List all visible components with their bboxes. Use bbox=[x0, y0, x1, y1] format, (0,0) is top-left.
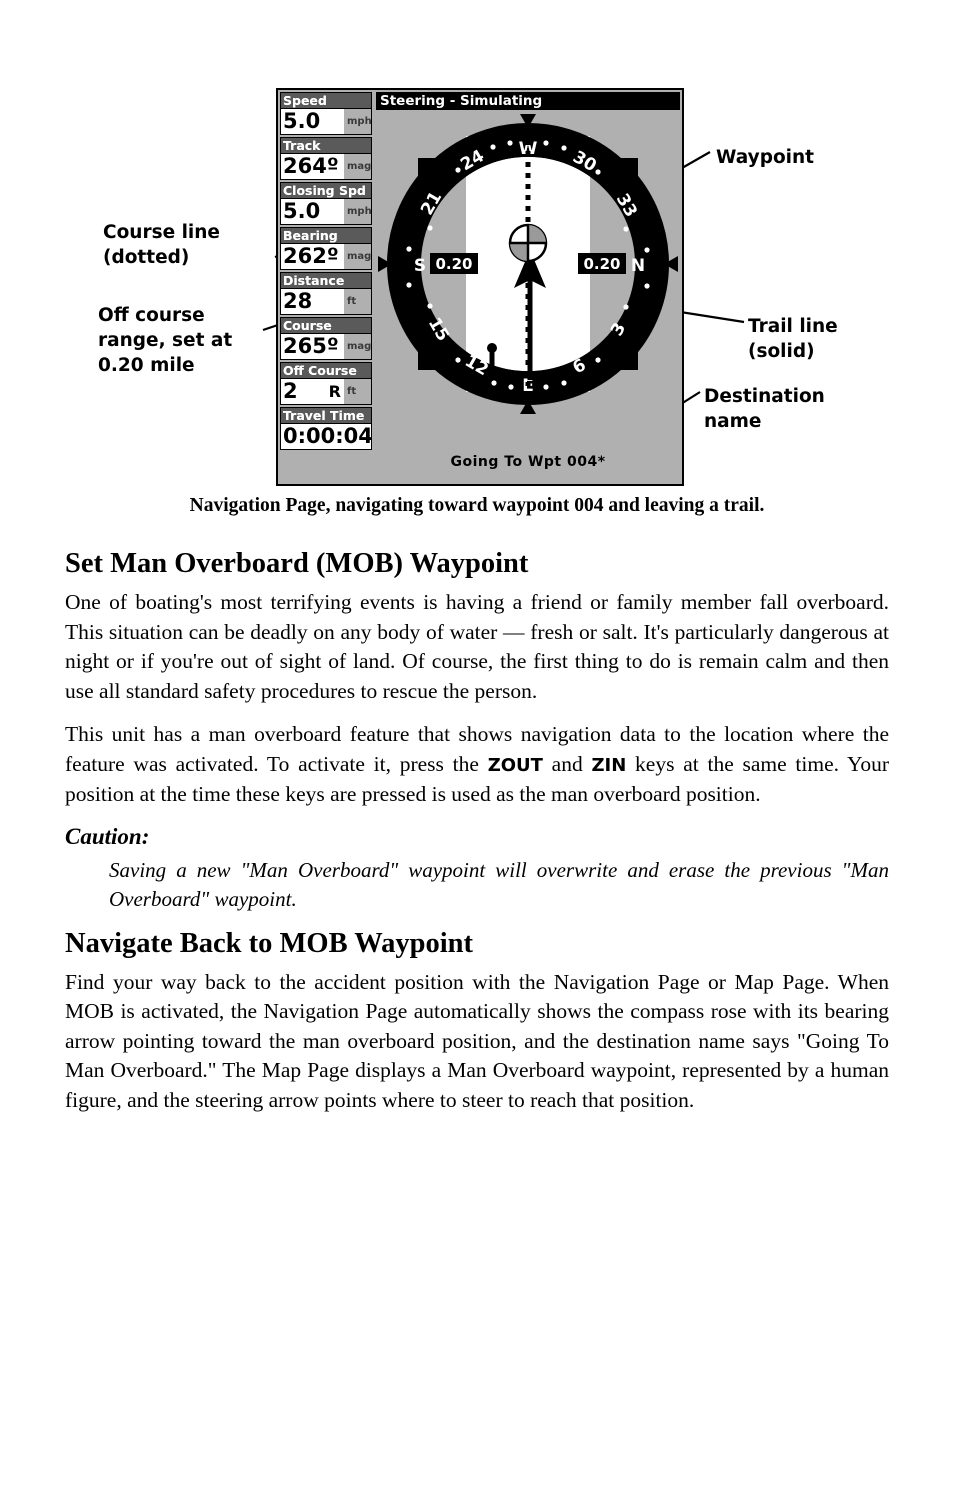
gps-navigation-screenshot: Speed 5.0 mph Track 264º mag Closing Spd… bbox=[276, 88, 684, 486]
field-label-travel-time: Travel Time bbox=[281, 408, 371, 424]
field-label-closing-speed: Closing Spd bbox=[281, 183, 371, 199]
data-field-course: Course 265º mag bbox=[280, 317, 372, 360]
field-unit-bearing: mag bbox=[347, 251, 372, 262]
key-zin: ZIN bbox=[591, 754, 627, 776]
field-value-speed: 5.0 bbox=[281, 109, 344, 134]
field-value-closing-speed: 5.0 bbox=[281, 199, 344, 224]
paragraph-navigate-back: Find your way back to the accident posit… bbox=[65, 969, 889, 1112]
heading-set-mob-waypoint: Set Man Overboard (MOB) Waypoint bbox=[65, 548, 529, 579]
heading-navigate-back-mob: Navigate Back to MOB Waypoint bbox=[65, 927, 473, 959]
callout-destination-name: Destination name bbox=[704, 386, 825, 432]
field-label-speed: Speed bbox=[281, 93, 371, 109]
field-label-course: Course bbox=[281, 318, 371, 334]
field-value-travel-time: 0:00:04 bbox=[281, 424, 371, 449]
field-value-track: 264º bbox=[281, 154, 344, 179]
callout-course-line: Course line (dotted) bbox=[103, 222, 220, 268]
field-label-track: Track bbox=[281, 138, 371, 154]
navigation-page-figure: Speed 5.0 mph Track 264º mag Closing Spd… bbox=[0, 0, 954, 486]
callout-trail-line: Trail line (solid) bbox=[748, 316, 838, 362]
field-label-distance: Distance bbox=[281, 273, 371, 289]
caution-text: Saving a new "Man Overboard" waypoint wi… bbox=[109, 857, 889, 911]
compass-rose-area: Steering - Simulating W N S 24 21 30 33 … bbox=[374, 90, 682, 484]
range-label-right: 0.20 bbox=[583, 255, 620, 273]
data-field-bearing: Bearing 262º mag bbox=[280, 227, 372, 270]
field-unit-closing-speed: mph bbox=[347, 206, 372, 217]
data-field-closing-speed: Closing Spd 5.0 mph bbox=[280, 182, 372, 225]
compass-rose: W N E S 24 21 30 33 15 3 12 6 bbox=[374, 110, 682, 465]
data-field-speed: Speed 5.0 mph bbox=[280, 92, 372, 135]
field-label-bearing: Bearing bbox=[281, 228, 371, 244]
field-value-off-course-side: R bbox=[328, 382, 341, 401]
paragraph-mob-intro: One of boating's most terrifying events … bbox=[65, 590, 889, 703]
callout-off-course-range: Off course range, set at 0.20 mile bbox=[98, 305, 233, 376]
caution-label: Caution: bbox=[65, 823, 150, 849]
field-value-distance: 28 bbox=[281, 289, 344, 314]
field-value-bearing: 262º bbox=[281, 244, 344, 269]
nav-panel-title: Steering - Simulating bbox=[376, 92, 680, 111]
destination-name-text: Going To Wpt 004* bbox=[450, 454, 606, 470]
figure-caption: Navigation Page, navigating toward waypo… bbox=[189, 495, 765, 516]
callout-waypoint: Waypoint bbox=[716, 147, 815, 168]
compass-label-S: S bbox=[414, 256, 426, 276]
field-unit-off-course: ft bbox=[347, 386, 357, 397]
waypoint-symbol bbox=[508, 223, 548, 263]
compass-label-N: N bbox=[631, 256, 645, 276]
data-field-track: Track 264º mag bbox=[280, 137, 372, 180]
range-label-left: 0.20 bbox=[435, 255, 472, 273]
field-unit-track: mag bbox=[347, 161, 372, 172]
data-field-distance: Distance 28 ft bbox=[280, 272, 372, 315]
data-field-travel-time: Travel Time 0:00:04 bbox=[280, 407, 372, 450]
field-unit-speed: mph bbox=[347, 116, 372, 127]
field-label-off-course: Off Course bbox=[281, 363, 371, 379]
field-unit-distance: ft bbox=[347, 296, 357, 307]
page-content: Set Man Overboard (MOB) Waypoint One of … bbox=[65, 534, 889, 1115]
paragraph-mob-activate: This unit has a man overboard feature th… bbox=[65, 720, 889, 810]
field-unit-course: mag bbox=[347, 341, 372, 352]
field-value-course: 265º bbox=[281, 334, 344, 359]
key-zout: ZOUT bbox=[487, 754, 543, 776]
data-field-off-course: Off Course 2 R ft bbox=[280, 362, 372, 405]
paragraph-mob-activate-part2: and bbox=[542, 751, 592, 776]
field-value-off-course-number: 2 bbox=[283, 379, 298, 403]
data-field-column: Speed 5.0 mph Track 264º mag Closing Spd… bbox=[278, 90, 374, 484]
field-value-off-course: 2 R bbox=[281, 379, 344, 404]
